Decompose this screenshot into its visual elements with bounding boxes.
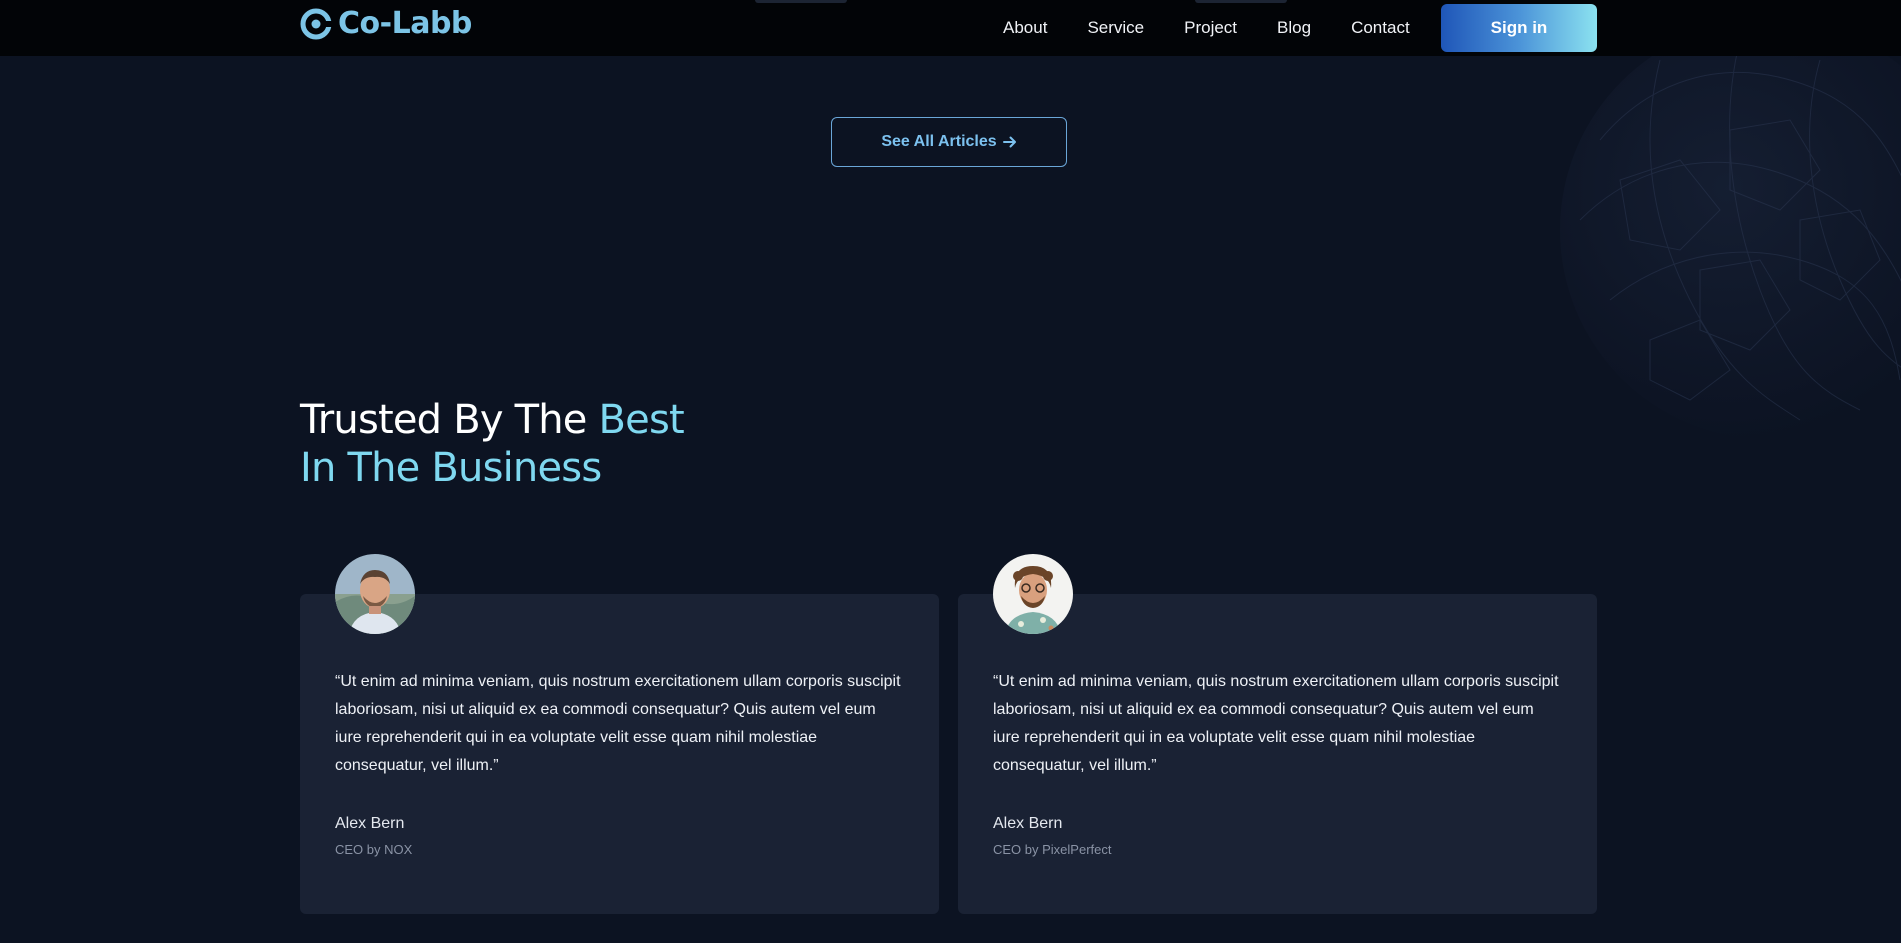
avatar <box>993 554 1073 634</box>
see-all-articles-button[interactable]: See All Articles <box>831 117 1067 167</box>
nav-link-service[interactable]: Service <box>1087 16 1144 40</box>
title-text-white: Trusted By The <box>300 397 599 443</box>
arrow-right-icon <box>1002 136 1016 148</box>
top-navbar: Co-Labb About Service Project Blog Conta… <box>0 0 1901 56</box>
testimonial-name: Alex Bern <box>993 815 1063 832</box>
testimonial-role: CEO by NOX <box>335 842 413 857</box>
c-ring-logo-icon <box>300 8 332 40</box>
testimonials-title: Trusted By The Best In The Business <box>300 396 685 492</box>
nav-link-blog[interactable]: Blog <box>1277 16 1311 40</box>
title-text-accent: Best <box>598 397 685 443</box>
decorative-sphere-image <box>1560 20 1901 440</box>
nav-link-project[interactable]: Project <box>1184 16 1237 40</box>
sign-in-button[interactable]: Sign in <box>1441 4 1597 52</box>
brand-name: Co-Labb <box>338 6 472 41</box>
avatar <box>335 554 415 634</box>
page: Co-Labb About Service Project Blog Conta… <box>0 0 1901 943</box>
testimonial-name: Alex Bern <box>335 815 405 832</box>
testimonial-quote: “Ut enim ad minima veniam, quis nostrum … <box>335 673 901 774</box>
nav-links: About Service Project Blog Contact <box>1003 16 1410 40</box>
nav-link-about[interactable]: About <box>1003 16 1047 40</box>
nav-decor-mark <box>755 0 847 3</box>
testimonial-card: “Ut enim ad minima veniam, quis nostrum … <box>300 594 939 914</box>
nav-link-contact[interactable]: Contact <box>1351 16 1410 40</box>
testimonial-quote: “Ut enim ad minima veniam, quis nostrum … <box>993 673 1559 774</box>
see-all-articles-label: See All Articles <box>881 133 997 150</box>
title-text-line2: In The Business <box>300 445 602 491</box>
brand-logo[interactable]: Co-Labb <box>300 4 472 44</box>
nav-decor-mark <box>1195 0 1287 3</box>
testimonial-card: “Ut enim ad minima veniam, quis nostrum … <box>958 594 1597 914</box>
testimonial-role: CEO by PixelPerfect <box>993 842 1112 857</box>
